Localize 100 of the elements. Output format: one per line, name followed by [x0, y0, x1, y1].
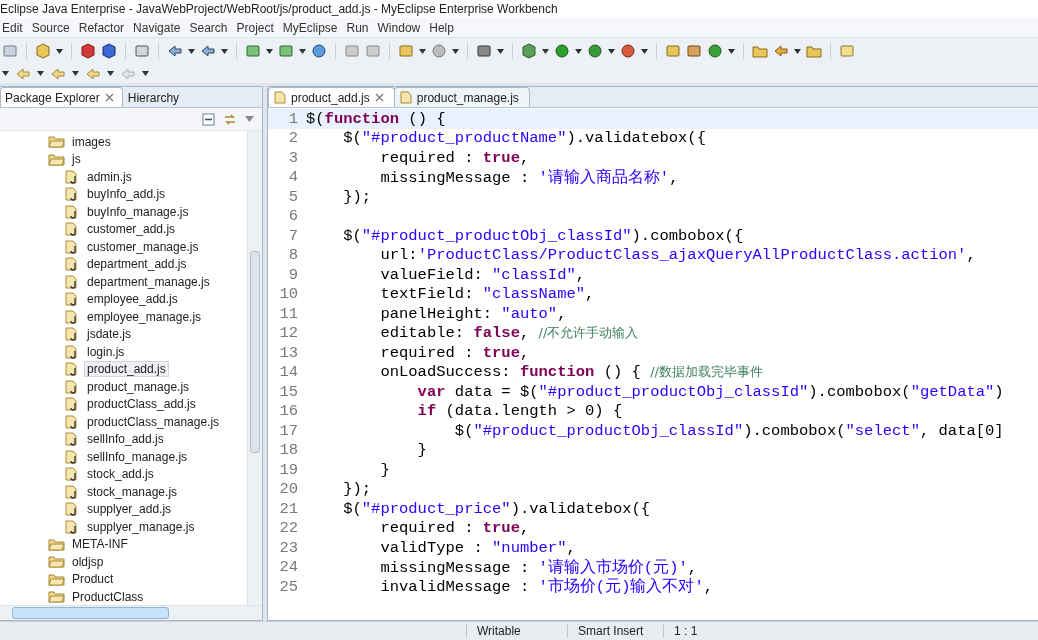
tree-item[interactable]: Product — [69, 571, 117, 588]
link-editor-icon[interactable] — [223, 112, 237, 126]
js-file-icon — [64, 309, 80, 324]
dropdown-caret-icon[interactable] — [266, 48, 273, 54]
line-number: 8 — [287, 246, 299, 265]
js-file-icon — [64, 239, 80, 254]
dropdown-caret-icon[interactable] — [497, 48, 504, 54]
dropdown-caret-icon[interactable] — [728, 48, 735, 54]
tree-item[interactable]: department_add.js — [84, 256, 190, 273]
close-icon[interactable] — [104, 93, 114, 102]
folder-icon[interactable] — [806, 43, 822, 59]
tree-item[interactable]: sellInfo_add.js — [84, 431, 167, 448]
tree-item[interactable]: admin.js — [84, 168, 135, 185]
tree-item[interactable]: customer_manage.js — [84, 238, 202, 255]
deploy-icon[interactable] — [200, 43, 216, 59]
folder-icon[interactable] — [752, 43, 768, 59]
collapse-all-icon[interactable] — [202, 112, 215, 126]
dropdown-caret-icon[interactable] — [542, 48, 549, 54]
code-line: $("#product_productObj_classId").combobox({ — [342, 226, 744, 245]
line-number: 3 — [287, 148, 299, 167]
dropdown-caret-icon[interactable] — [107, 71, 114, 76]
line-number: 7 — [287, 226, 299, 245]
tree-item[interactable]: stock_add.js — [84, 466, 157, 483]
code-line: $("#product_productObj_classId").combobox("select", data[0] — [453, 421, 1004, 440]
tree-item[interactable]: customer_add.js — [84, 221, 179, 238]
menu-item[interactable]: Run — [344, 20, 376, 35]
menu-item[interactable]: MyEclipse — [280, 20, 345, 35]
tree-item[interactable]: stock_manage.js — [84, 483, 181, 500]
js-file-icon — [64, 467, 80, 482]
dropdown-caret-icon[interactable] — [575, 48, 582, 54]
line-number: 13 — [278, 343, 299, 362]
code-line: textField: "className", — [379, 285, 595, 304]
dropdown-caret-icon[interactable] — [641, 48, 648, 54]
line-number: 2 — [287, 129, 299, 148]
code-line: }); — [342, 480, 372, 499]
close-icon[interactable] — [374, 93, 384, 102]
line-number: 20 — [278, 480, 299, 499]
tree-item[interactable]: js — [69, 151, 84, 168]
tree-item[interactable]: login.js — [84, 343, 128, 360]
dropdown-caret-icon[interactable] — [142, 71, 149, 76]
folder-icon — [48, 537, 65, 551]
dropdown-caret-icon[interactable] — [419, 48, 426, 54]
line-number: 25 — [278, 577, 299, 596]
tree-item[interactable]: employee_add.js — [84, 291, 181, 308]
tree-item[interactable]: images — [69, 133, 114, 150]
js-file-icon — [64, 222, 80, 237]
tree-item[interactable]: product_manage.js — [84, 378, 193, 395]
code-line: onLoadSuccess: function () { //数据加载完毕事件 — [379, 363, 763, 382]
dropdown-caret-icon[interactable] — [37, 71, 44, 76]
js-file-icon — [64, 204, 80, 219]
menu-item[interactable]: Help — [427, 20, 461, 35]
tree-item[interactable]: sellInfo_manage.js — [84, 448, 191, 465]
tree-item[interactable]: productClass_manage.js — [84, 413, 223, 430]
panel-tab[interactable]: Package Explorer — [0, 87, 123, 107]
tree-item[interactable]: productClass_add.js — [84, 396, 199, 413]
tree-item[interactable]: product_add.js — [84, 361, 169, 378]
dropdown-caret-icon[interactable] — [188, 48, 195, 54]
line-number: 18 — [278, 441, 299, 460]
menu-item[interactable]: Navigate — [131, 20, 188, 35]
window-title: Eclipse Java Enterprise - JavaWebProject/WebRoot/js/product_add.js - MyEclipse Enterprise Workbench — [0, 0, 1038, 18]
dropdown-caret-icon[interactable] — [299, 48, 306, 54]
tree-item[interactable]: supplyer_add.js — [84, 501, 175, 518]
dropdown-caret-icon[interactable] — [608, 48, 615, 54]
tree-item[interactable]: employee_manage.js — [84, 308, 205, 325]
tree-item[interactable]: ProductClass — [69, 588, 147, 605]
deploy-icon[interactable] — [167, 43, 183, 59]
code-line: valueField: "classId", — [379, 265, 586, 284]
menu-item[interactable]: Refactor — [76, 20, 132, 35]
status-text: 1 : 1 — [663, 624, 744, 638]
js-file-icon — [64, 502, 80, 517]
horizontal-scrollbar[interactable] — [0, 605, 262, 620]
editor-tab[interactable]: product_manage.js — [393, 87, 530, 107]
menu-item[interactable]: Source — [29, 20, 77, 35]
menu-item[interactable]: Window — [375, 20, 428, 35]
dropdown-caret-icon[interactable] — [2, 71, 9, 76]
menu-item[interactable]: Project — [234, 20, 281, 35]
line-number: 17 — [278, 421, 299, 440]
vertical-scrollbar[interactable] — [247, 131, 262, 605]
js-file-icon — [64, 292, 80, 307]
tree-item[interactable]: buyInfo_add.js — [84, 186, 169, 203]
line-number: 11 — [278, 304, 299, 323]
menu-item[interactable]: Edit — [0, 20, 30, 35]
tree-item[interactable]: jsdate.js — [84, 326, 135, 343]
dropdown-caret-icon[interactable] — [794, 48, 801, 54]
dropdown-caret-icon[interactable] — [72, 71, 79, 76]
tree-item[interactable]: oldjsp — [69, 553, 107, 570]
dropdown-caret-icon[interactable] — [221, 48, 228, 54]
tree-item[interactable]: department_manage.js — [84, 273, 213, 290]
editor-tab[interactable]: product_add.js — [268, 87, 395, 107]
dropdown-caret-icon[interactable] — [56, 48, 63, 54]
tree-item[interactable]: META-INF — [69, 536, 131, 553]
dropdown-caret-icon[interactable] — [452, 48, 459, 54]
panel-tab[interactable]: Hierarchy — [122, 87, 189, 107]
tree-item[interactable]: buyInfo_manage.js — [84, 203, 192, 220]
line-number: 14 — [278, 363, 299, 382]
view-menu-icon[interactable] — [245, 116, 254, 122]
menu-item[interactable]: Search — [187, 20, 235, 35]
status-text: Writable — [466, 624, 567, 638]
js-file-icon — [64, 432, 80, 447]
tree-item[interactable]: supplyer_manage.js — [84, 518, 198, 535]
